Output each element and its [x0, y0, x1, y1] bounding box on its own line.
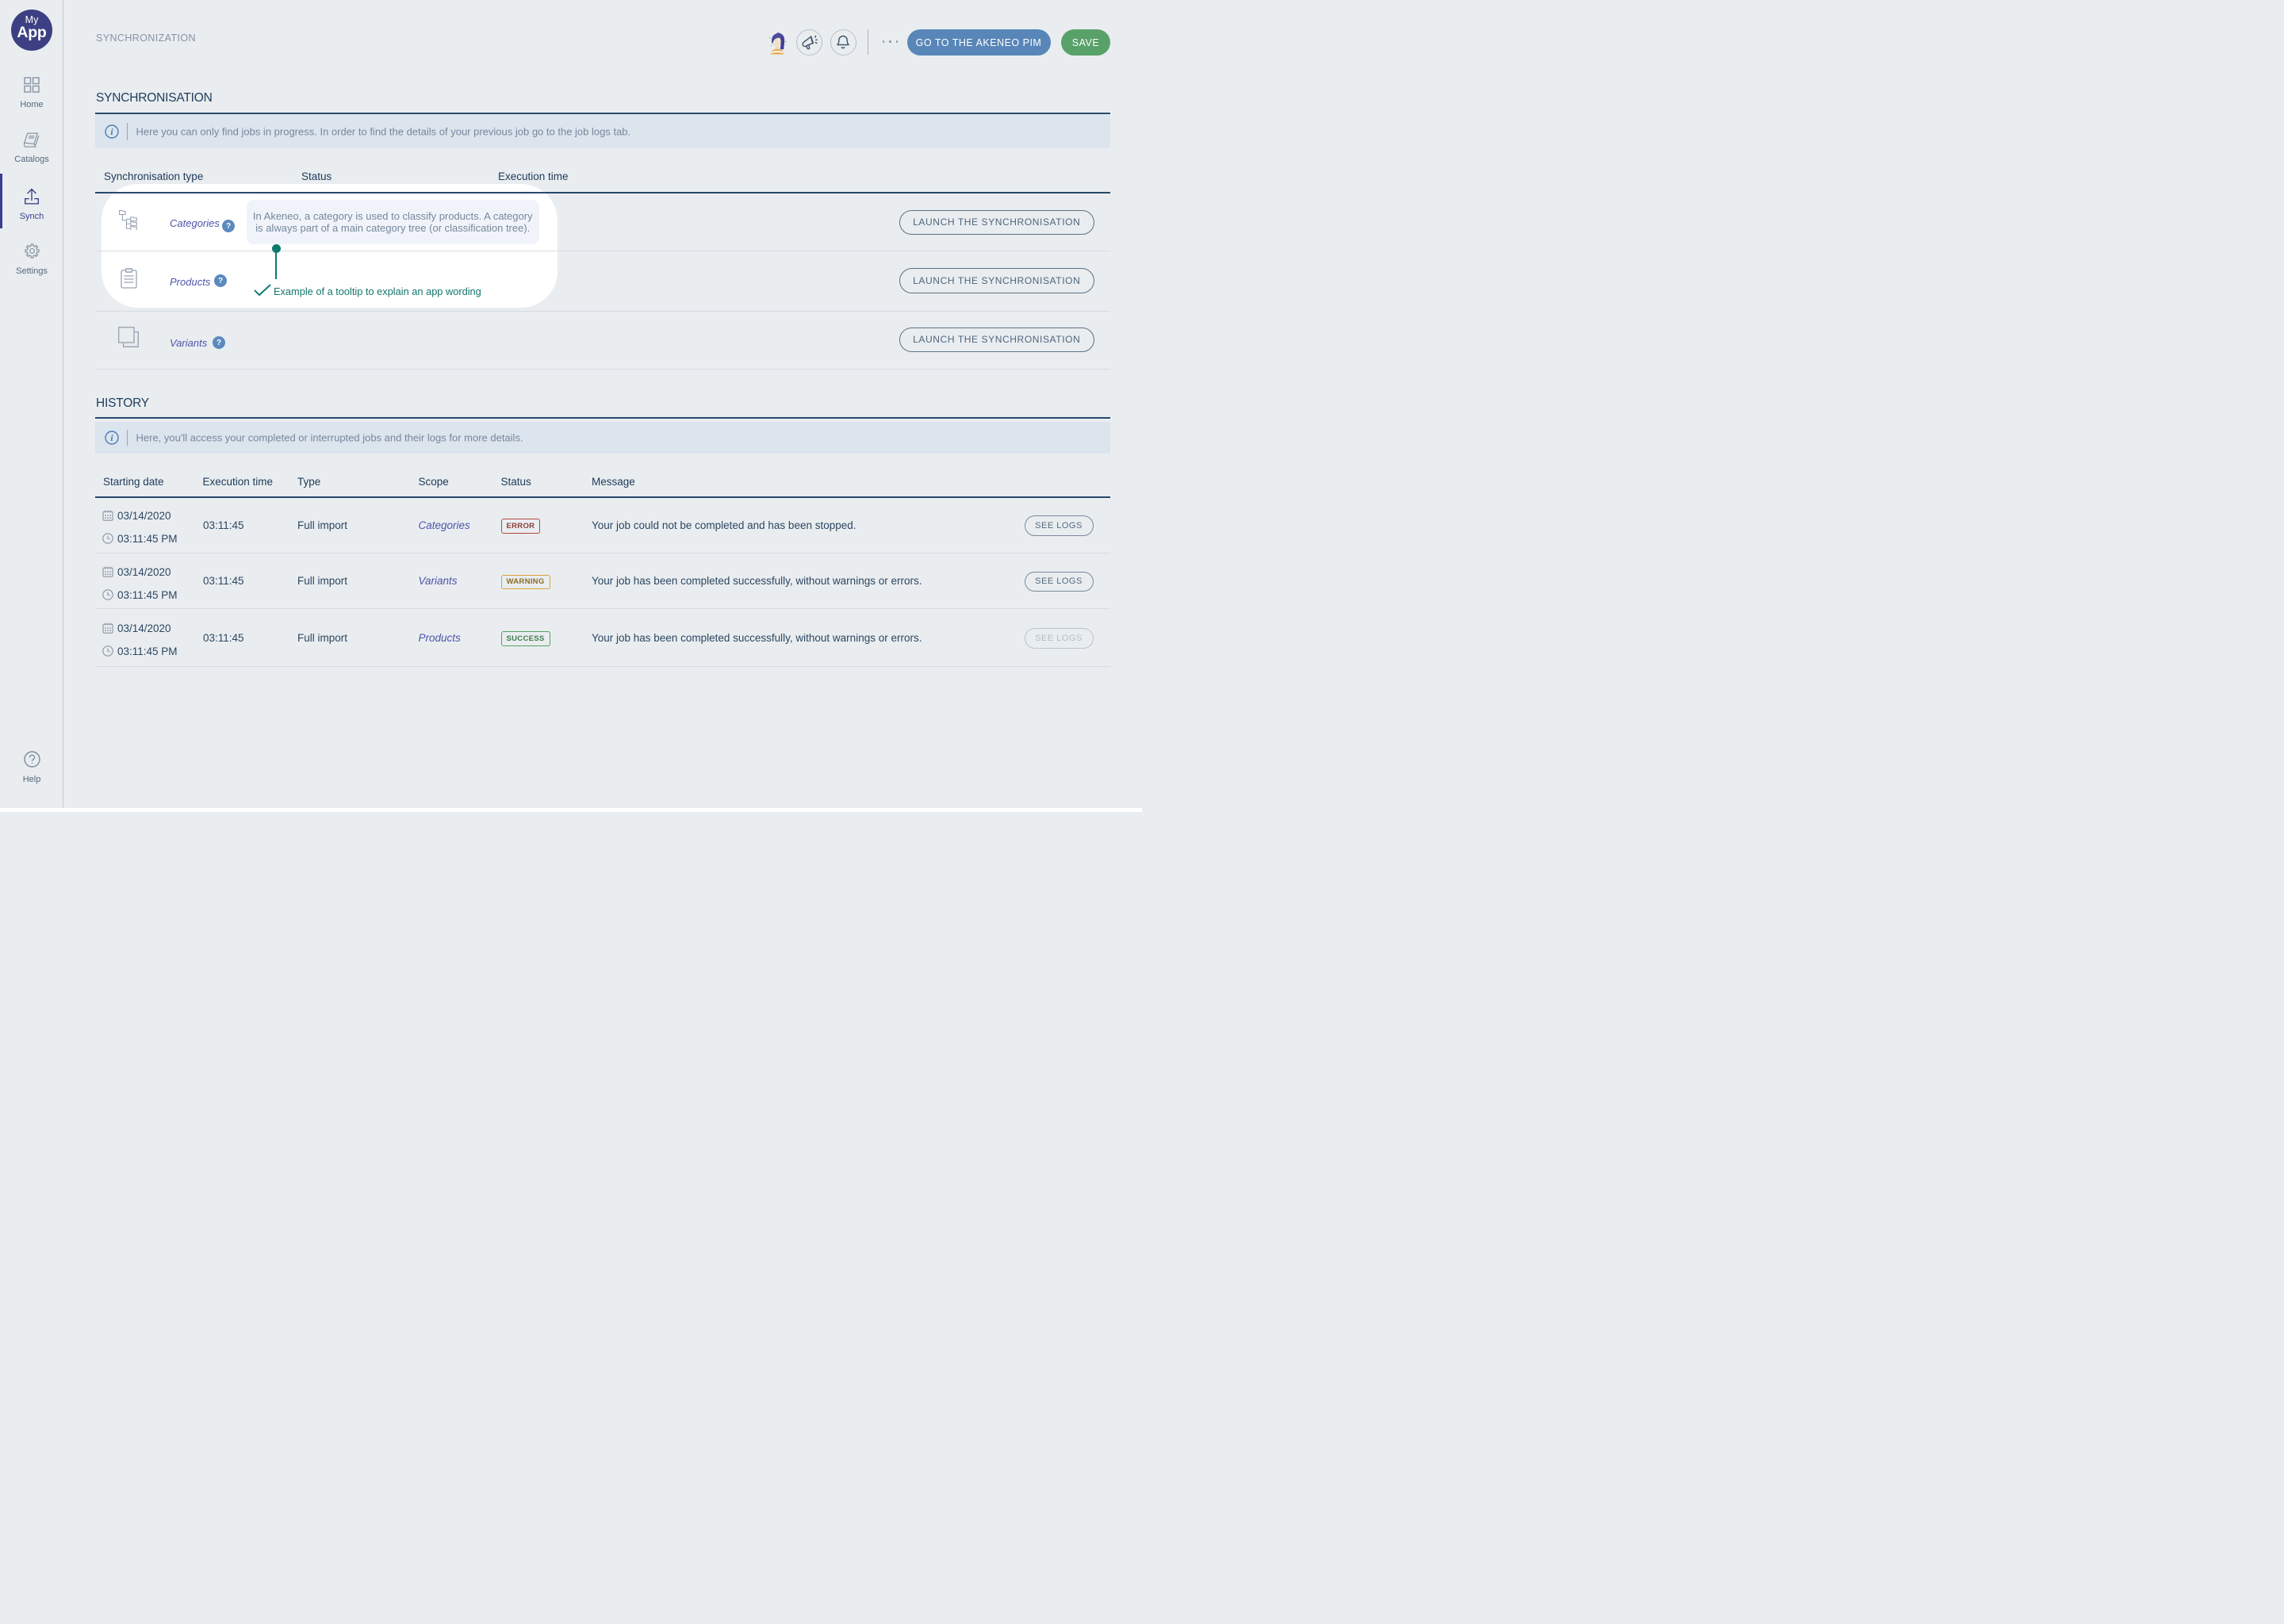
svg-text:i: i — [110, 432, 113, 443]
svg-text:i: i — [110, 126, 113, 137]
